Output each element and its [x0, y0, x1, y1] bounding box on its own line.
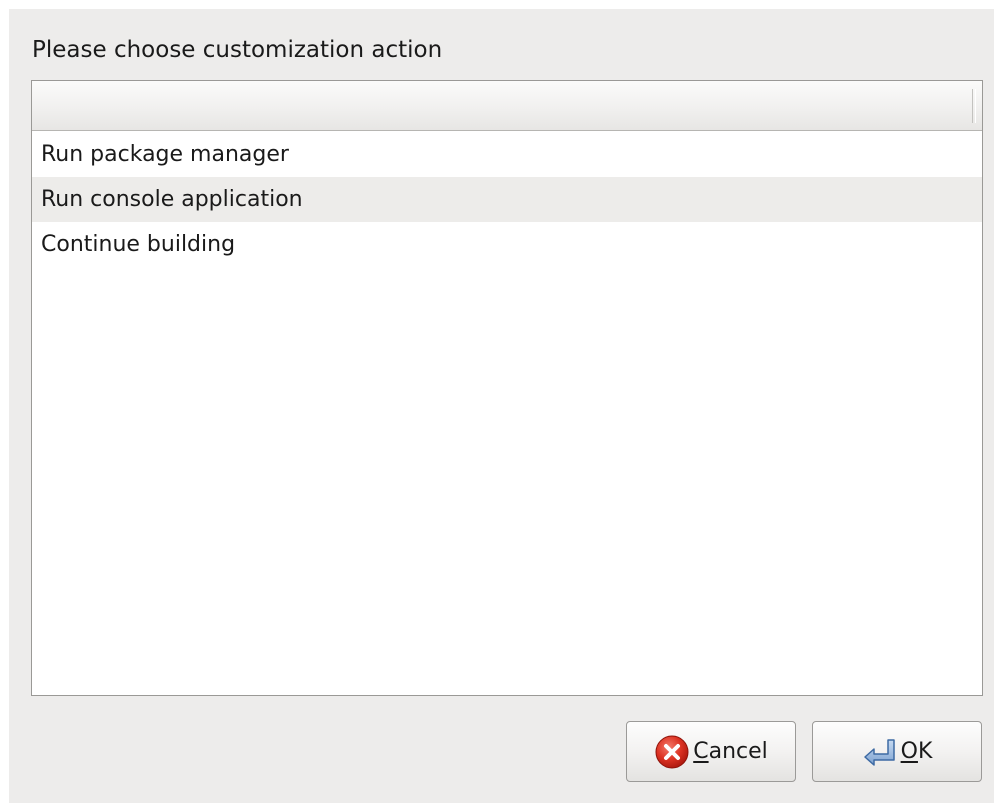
- cancel-button[interactable]: Cancel: [626, 721, 796, 782]
- ok-button[interactable]: OK: [812, 721, 982, 782]
- dialog-prompt: Please choose customization action: [32, 37, 443, 63]
- ok-return-icon: [863, 738, 895, 766]
- cancel-icon: [655, 735, 689, 768]
- action-list[interactable]: Run package manager Run console applicat…: [31, 80, 983, 696]
- ok-button-label: OK: [900, 739, 933, 764]
- customization-dialog: Please choose customization action Run p…: [9, 9, 994, 803]
- list-item-run-package-manager[interactable]: Run package manager: [32, 132, 982, 177]
- list-header[interactable]: [32, 81, 982, 131]
- header-separator: [972, 89, 976, 123]
- cancel-button-label: Cancel: [693, 739, 768, 764]
- list-rows: Run package manager Run console applicat…: [32, 132, 982, 267]
- list-item-run-console-application[interactable]: Run console application: [32, 177, 982, 222]
- list-item-continue-building[interactable]: Continue building: [32, 222, 982, 267]
